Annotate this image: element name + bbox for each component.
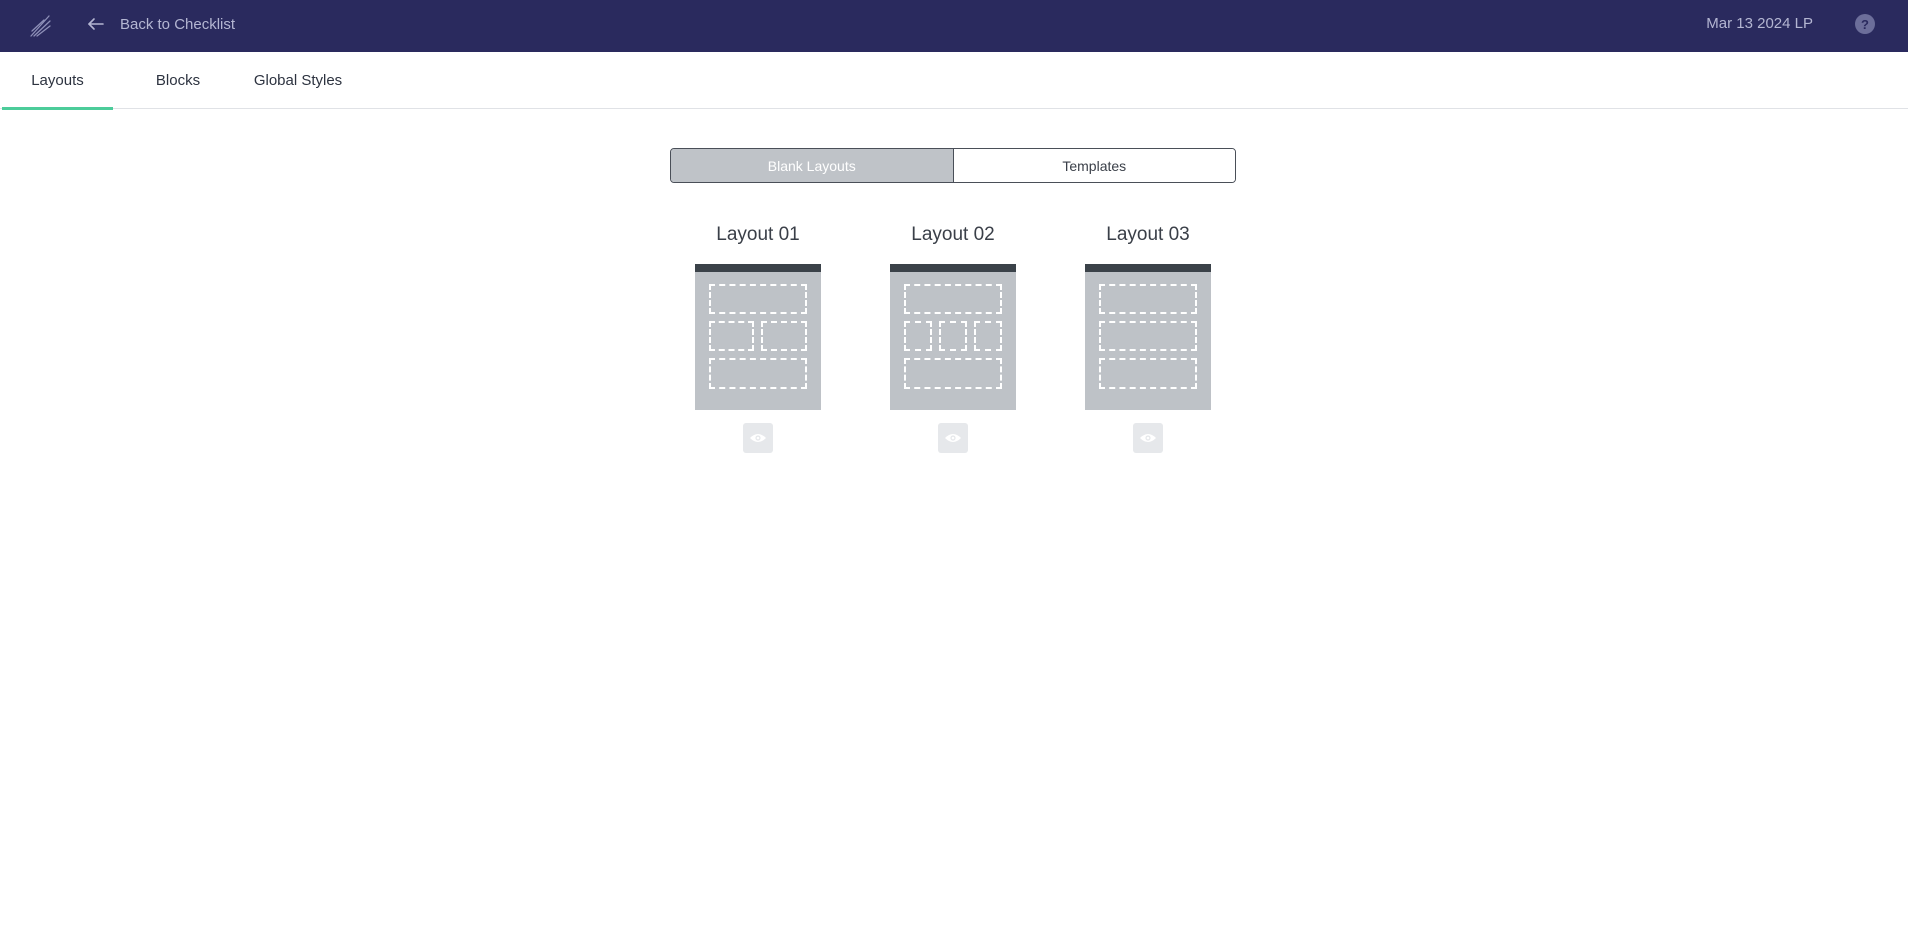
layout-card: Layout 01: [695, 222, 821, 453]
layout-slot: [974, 321, 1002, 351]
preview-button[interactable]: [743, 423, 773, 453]
help-icon[interactable]: ?: [1855, 14, 1875, 34]
document-title: Mar 13 2024 LP: [1706, 15, 1813, 32]
arrow-left-icon: [88, 18, 104, 30]
eye-icon: [945, 434, 961, 442]
layout-title: Layout 03: [1106, 224, 1190, 245]
layout-slot: [709, 321, 754, 351]
top-bar: Back to Checklist Mar 13 2024 LP ?: [0, 0, 1908, 52]
layout-slot: [904, 284, 1002, 314]
layout-card: Layout 02: [890, 222, 1016, 453]
tab-blocks[interactable]: Blocks: [138, 52, 218, 109]
templates-option[interactable]: Templates: [953, 149, 1235, 182]
tab-global-styles[interactable]: Global Styles: [243, 52, 353, 109]
back-to-checklist-link[interactable]: Back to Checklist: [86, 13, 235, 35]
layout-slot: [904, 358, 1002, 389]
layout-card: Layout 03: [1085, 222, 1211, 453]
layout-title: Layout 01: [716, 224, 800, 245]
layout-slot: [709, 358, 807, 389]
eye-icon: [750, 434, 766, 442]
preview-button[interactable]: [938, 423, 968, 453]
layout-slot: [1099, 358, 1197, 389]
layout-slot: [939, 321, 967, 351]
layout-slot: [761, 321, 807, 351]
blank-layouts-option[interactable]: Blank Layouts: [671, 149, 954, 182]
layout-slot: [904, 321, 932, 351]
tab-bar: Layouts Blocks Global Styles: [0, 52, 1908, 110]
feather-logo-icon[interactable]: [28, 12, 52, 38]
layout-slot: [1099, 321, 1197, 351]
preview-button[interactable]: [1133, 423, 1163, 453]
tab-layouts[interactable]: Layouts: [2, 52, 113, 110]
layout-slot: [1099, 284, 1197, 314]
eye-icon: [1140, 434, 1156, 442]
layout-slot: [709, 284, 807, 314]
layout-thumbnail[interactable]: [695, 264, 821, 410]
layout-title: Layout 02: [911, 224, 995, 245]
back-label: Back to Checklist: [120, 15, 236, 33]
layout-type-toggle: Blank Layouts Templates: [670, 148, 1236, 183]
layout-thumbnail[interactable]: [890, 264, 1016, 410]
layout-thumbnail[interactable]: [1085, 264, 1211, 410]
